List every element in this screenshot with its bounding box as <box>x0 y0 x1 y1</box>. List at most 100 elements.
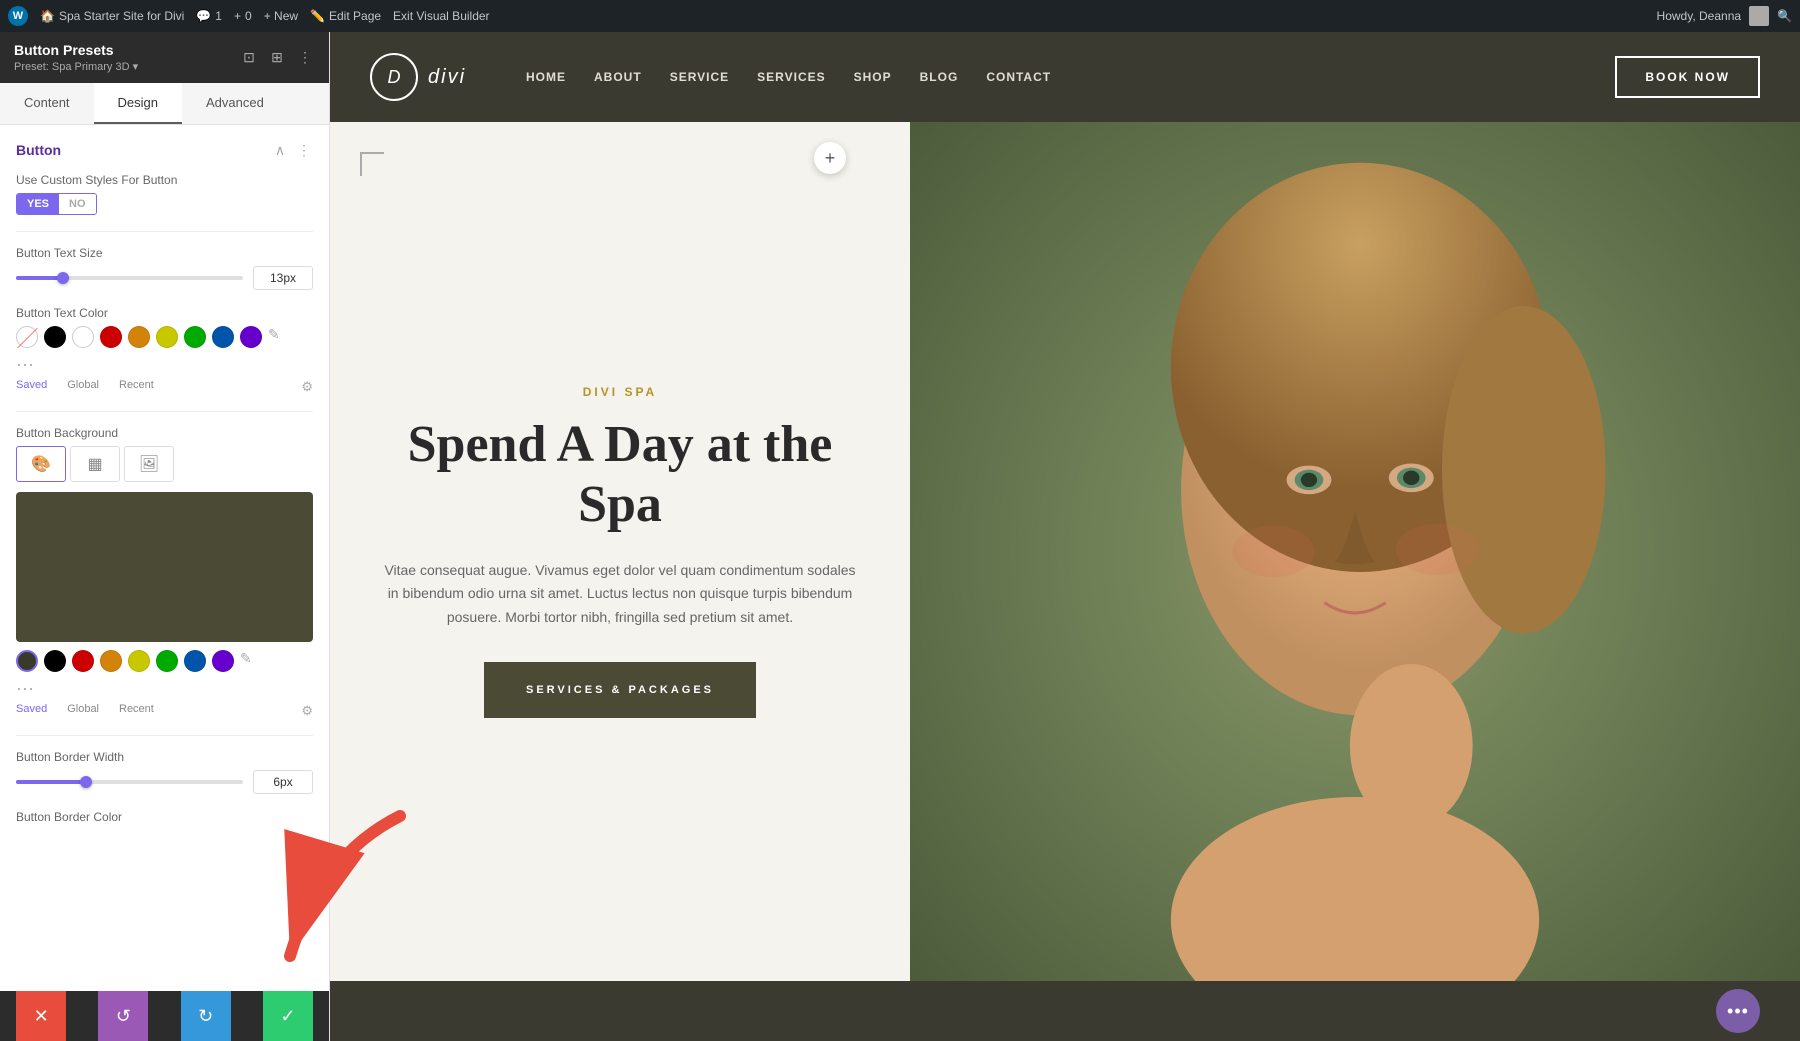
bg-color-black[interactable] <box>44 650 66 672</box>
user-avatar[interactable] <box>1749 6 1769 26</box>
nav-about[interactable]: ABOUT <box>594 70 642 84</box>
tab-advanced[interactable]: Advanced <box>182 83 288 124</box>
bg-palette-saved[interactable]: Saved <box>16 703 47 719</box>
text-size-input[interactable] <box>253 266 313 290</box>
tab-design[interactable]: Design <box>94 83 182 124</box>
bg-color-btn[interactable]: 🎨 <box>16 446 66 482</box>
bg-image-btn[interactable]: 🖼 <box>124 446 174 482</box>
redo-button[interactable]: ↻ <box>181 991 231 1041</box>
cancel-button[interactable]: ✕ <box>16 991 66 1041</box>
bottom-color-palette: ✎ ··· Saved Global Recent ⚙ <box>16 650 313 719</box>
color-yellow[interactable] <box>156 326 178 348</box>
add-section-button[interactable]: + <box>814 142 846 174</box>
tab-content[interactable]: Content <box>0 83 94 124</box>
divider-2 <box>16 411 313 412</box>
bg-color-yellow[interactable] <box>128 650 150 672</box>
panel-header: Button Presets Preset: Spa Primary 3D ▾ … <box>0 32 329 83</box>
color-more-dots[interactable]: ··· <box>16 354 34 375</box>
undo-button[interactable]: ↺ <box>98 991 148 1041</box>
bg-color-blue[interactable] <box>184 650 206 672</box>
border-width-track[interactable] <box>16 780 243 784</box>
divider-1 <box>16 231 313 232</box>
color-pencil-icon[interactable]: ✎ <box>268 326 290 348</box>
border-width-thumb[interactable] <box>80 776 92 788</box>
bg-color-active[interactable] <box>16 650 38 672</box>
logo-circle: D <box>370 53 418 101</box>
border-width-slider-row <box>16 770 313 794</box>
bg-palette-recent[interactable]: Recent <box>119 703 154 719</box>
color-orange[interactable] <box>128 326 150 348</box>
confirm-button[interactable]: ✓ <box>263 991 313 1041</box>
panel-title: Button Presets <box>14 42 138 58</box>
border-width-field: Button Border Width <box>16 750 313 794</box>
panel-icon-grid[interactable]: ⊞ <box>267 48 287 68</box>
nav-service[interactable]: SERVICE <box>670 70 729 84</box>
palette-global[interactable]: Global <box>67 379 99 395</box>
section-collapse-icon[interactable]: ∧ <box>271 141 289 159</box>
services-packages-button[interactable]: SERVICES & PACKAGES <box>484 662 756 718</box>
bg-gradient-btn[interactable]: ▦ <box>70 446 120 482</box>
bg-color-red[interactable] <box>72 650 94 672</box>
right-content: D divi HOME ABOUT SERVICE SERVICES SHOP … <box>330 32 1800 1041</box>
toggle-no[interactable]: NO <box>59 194 96 214</box>
panel-subtitle[interactable]: Preset: Spa Primary 3D ▾ <box>14 60 138 73</box>
bg-palette-global[interactable]: Global <box>67 703 99 719</box>
nav-services[interactable]: SERVICES <box>757 70 825 84</box>
comments-link[interactable]: 💬 1 <box>196 9 222 23</box>
hero-section: + DIVI SPA Spend A Day at the Spa Vitae … <box>330 122 1800 981</box>
bg-color-orange[interactable] <box>100 650 122 672</box>
color-black[interactable] <box>44 326 66 348</box>
bg-type-row: 🎨 ▦ 🖼 <box>16 446 313 482</box>
howdy-text: Howdy, Deanna <box>1657 9 1742 23</box>
custom-styles-label: Use Custom Styles For Button <box>16 173 313 187</box>
bg-more-dots[interactable]: ··· <box>16 678 34 699</box>
hero-description: Vitae consequat augue. Vivamus eget dolo… <box>380 559 860 630</box>
text-color-palette: ✎ <box>16 326 313 348</box>
text-size-track[interactable] <box>16 276 243 280</box>
new-link[interactable]: + New <box>264 9 298 23</box>
toggle-container: YES NO <box>16 193 313 215</box>
bg-palette-settings-icon[interactable]: ⚙ <box>301 703 313 719</box>
border-width-fill <box>16 780 84 784</box>
color-green[interactable] <box>184 326 206 348</box>
yes-no-toggle[interactable]: YES NO <box>16 193 97 215</box>
section-more-icon[interactable]: ⋮ <box>295 141 313 159</box>
site-name-link[interactable]: 🏠 Spa Starter Site for Divi <box>40 9 184 23</box>
site-bottom: ••• <box>330 981 1800 1041</box>
search-icon[interactable]: 🔍 <box>1777 9 1792 23</box>
book-now-button[interactable]: BOOK NOW <box>1615 56 1760 98</box>
color-white[interactable] <box>72 326 94 348</box>
panel-bottom: ✕ ↺ ↻ ✓ <box>0 991 329 1041</box>
color-transparent[interactable] <box>16 326 38 348</box>
nav-shop[interactable]: SHOP <box>854 70 892 84</box>
palette-settings-icon[interactable]: ⚙ <box>301 379 313 395</box>
nav-home[interactable]: HOME <box>526 70 566 84</box>
panel-content: Button ∧ ⋮ Use Custom Styles For Button … <box>0 125 329 991</box>
palette-recent[interactable]: Recent <box>119 379 154 395</box>
edit-page-link[interactable]: ✏️ Edit Page <box>310 9 381 23</box>
text-size-slider-row <box>16 266 313 290</box>
nav-contact[interactable]: CONTACT <box>986 70 1051 84</box>
bg-color-purple[interactable] <box>212 650 234 672</box>
color-purple[interactable] <box>240 326 262 348</box>
palette-saved[interactable]: Saved <box>16 379 47 395</box>
floating-dots-button[interactable]: ••• <box>1716 989 1760 1033</box>
wp-icon[interactable]: W <box>8 6 28 26</box>
site-nav: HOME ABOUT SERVICE SERVICES SHOP BLOG CO… <box>526 70 1051 84</box>
toggle-yes[interactable]: YES <box>17 194 59 214</box>
color-preview-box[interactable] <box>16 492 313 642</box>
bg-color-green[interactable] <box>156 650 178 672</box>
panel-icon-more[interactable]: ⋮ <box>295 48 315 68</box>
nav-blog[interactable]: BLOG <box>920 70 959 84</box>
text-size-thumb[interactable] <box>57 272 69 284</box>
logo-text: divi <box>428 66 466 89</box>
exit-builder-link[interactable]: Exit Visual Builder <box>393 9 490 23</box>
plus-zero-link[interactable]: + 0 <box>234 9 252 23</box>
color-blue[interactable] <box>212 326 234 348</box>
bg-color-pencil-icon[interactable]: ✎ <box>240 650 262 672</box>
admin-bar-right: Howdy, Deanna 🔍 <box>1657 6 1792 26</box>
color-red[interactable] <box>100 326 122 348</box>
border-width-input[interactable] <box>253 770 313 794</box>
panel-icon-expand[interactable]: ⊡ <box>239 48 259 68</box>
hero-illustration <box>910 122 1800 981</box>
